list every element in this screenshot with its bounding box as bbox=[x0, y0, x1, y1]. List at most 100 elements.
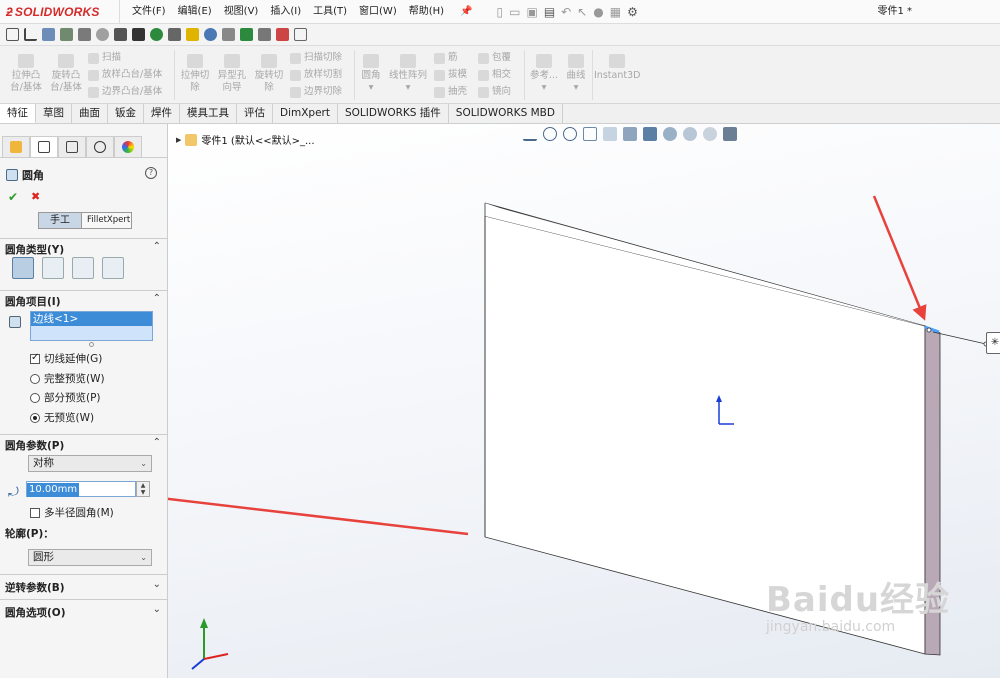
revolve-cut-button[interactable]: 旋转切除 bbox=[251, 54, 287, 94]
wrap-button[interactable]: 包覆 bbox=[478, 52, 511, 64]
section-header[interactable]: 圆角参数(P) bbox=[5, 438, 64, 453]
multi-radius-option[interactable]: 多半径圆角(M) bbox=[30, 505, 114, 520]
full-round-fillet-icon[interactable] bbox=[102, 257, 124, 279]
tab-features[interactable]: 特征 bbox=[0, 104, 36, 123]
revolve-boss-button[interactable]: 旋转凸 台/基体 bbox=[46, 54, 86, 94]
tab-surfaces[interactable]: 曲面 bbox=[72, 104, 108, 123]
collapse-chevron-icon[interactable]: ⌃ bbox=[153, 437, 161, 448]
tab-dimxpert-manager[interactable] bbox=[86, 136, 114, 157]
section-icon[interactable] bbox=[132, 28, 145, 41]
fillet-callout-box[interactable]: ✳ bbox=[986, 332, 1000, 354]
reference-geometry-button[interactable]: 参考... ▾ bbox=[528, 54, 560, 94]
instant3d-button[interactable]: Instant3D bbox=[594, 54, 640, 82]
linear-pattern-button[interactable]: 线性阵列 ▾ bbox=[386, 54, 430, 94]
display-icon[interactable] bbox=[42, 28, 55, 41]
tab-dimxpert[interactable]: DimXpert bbox=[273, 104, 338, 123]
section-header[interactable]: 圆角选项(O) bbox=[5, 605, 66, 620]
plugin-icon[interactable] bbox=[186, 28, 199, 41]
variable-size-fillet-icon[interactable] bbox=[42, 257, 64, 279]
select-icon[interactable]: ↖ bbox=[577, 5, 587, 19]
tab-sheet-metal[interactable]: 钣金 bbox=[108, 104, 144, 123]
section-header[interactable]: 圆角类型(Y) bbox=[5, 242, 64, 257]
tab-solidworks-mbd[interactable]: SOLIDWORKS MBD bbox=[449, 104, 563, 123]
tab-display-manager[interactable] bbox=[114, 136, 142, 157]
profile-dropdown[interactable]: 圆形 ⌄ bbox=[28, 549, 152, 566]
tab-mold-tools[interactable]: 模具工具 bbox=[180, 104, 237, 123]
radius-spinner[interactable]: ▲ ▼ bbox=[136, 481, 150, 497]
tab-sketch[interactable]: 草图 bbox=[36, 104, 72, 123]
excel-icon[interactable] bbox=[240, 28, 253, 41]
section-header[interactable]: 圆角项目(I) bbox=[5, 294, 61, 309]
macro-icon[interactable] bbox=[168, 28, 181, 41]
settings-icon[interactable] bbox=[96, 28, 109, 41]
sketch-icon[interactable] bbox=[78, 28, 91, 41]
mirror-button[interactable]: 镜向 bbox=[478, 86, 511, 98]
menu-tools[interactable]: 工具(T) bbox=[307, 0, 353, 24]
lofted-cut-button[interactable]: 放样切割 bbox=[290, 69, 342, 81]
tab-weldments[interactable]: 焊件 bbox=[144, 104, 180, 123]
zoom-icon[interactable] bbox=[204, 28, 217, 41]
report-icon[interactable] bbox=[276, 28, 289, 41]
menu-insert[interactable]: 插入(I) bbox=[264, 0, 307, 24]
rib-button[interactable]: 筋 bbox=[434, 52, 458, 64]
extrude-boss-button[interactable]: 拉伸凸 台/基体 bbox=[6, 54, 46, 94]
collapse-chevron-icon[interactable]: ⌃ bbox=[153, 241, 161, 252]
document-icon[interactable] bbox=[294, 28, 307, 41]
full-preview-radio[interactable] bbox=[30, 373, 40, 384]
section-header[interactable]: 逆转参数(B) bbox=[5, 580, 65, 595]
no-preview-radio[interactable] bbox=[30, 412, 40, 423]
partial-preview-option[interactable]: 部分预览(P) bbox=[30, 390, 101, 405]
expand-chevron-icon[interactable]: ⌄ bbox=[153, 604, 161, 615]
save-icon[interactable]: ▣ bbox=[526, 5, 537, 19]
radius-input[interactable]: 10.00mm bbox=[26, 481, 136, 497]
ok-button[interactable]: ✔ bbox=[8, 190, 18, 204]
tab-configuration-manager[interactable] bbox=[58, 136, 86, 157]
tangent-propagation-checkbox[interactable] bbox=[30, 352, 40, 364]
menu-edit[interactable]: 编辑(E) bbox=[172, 0, 218, 24]
undo-icon[interactable]: ↶ bbox=[561, 5, 571, 19]
print-icon[interactable]: ▤ bbox=[544, 5, 555, 19]
cancel-button[interactable]: ✖ bbox=[31, 190, 40, 203]
tab-solidworks-addins[interactable]: SOLIDWORKS 插件 bbox=[338, 104, 449, 123]
options-gear-icon[interactable]: ⚙ bbox=[627, 5, 638, 19]
open-icon[interactable]: ▭ bbox=[509, 5, 520, 19]
help-button[interactable]: ? bbox=[145, 167, 157, 179]
rebuild-icon[interactable]: ● bbox=[593, 5, 603, 19]
find-icon[interactable] bbox=[222, 28, 235, 41]
file-properties-icon[interactable]: ▦ bbox=[610, 5, 621, 19]
table-icon[interactable] bbox=[258, 28, 271, 41]
multi-radius-checkbox[interactable] bbox=[30, 507, 40, 518]
sweep-button[interactable]: 扫描 bbox=[88, 52, 121, 64]
curves-button[interactable]: 曲线 ▾ bbox=[562, 54, 590, 94]
shell-button[interactable]: 抽壳 bbox=[434, 86, 467, 98]
pin-icon[interactable]: 📌 bbox=[454, 0, 478, 24]
boundary-cut-button[interactable]: 边界切除 bbox=[290, 86, 342, 98]
pointer-icon[interactable] bbox=[6, 28, 19, 41]
tab-feature-tree[interactable] bbox=[2, 136, 30, 157]
menu-file[interactable]: 文件(F) bbox=[126, 0, 172, 24]
location-icon[interactable] bbox=[150, 28, 163, 41]
manual-mode-button[interactable]: 手工 bbox=[38, 212, 82, 229]
extrude-cut-button[interactable]: 拉伸切除 bbox=[177, 54, 213, 94]
tab-property-manager[interactable] bbox=[30, 136, 58, 157]
menu-help[interactable]: 帮助(H) bbox=[403, 0, 450, 24]
tab-evaluate[interactable]: 评估 bbox=[237, 104, 273, 123]
fillet-ribbon-button[interactable]: 圆角 ▾ bbox=[358, 54, 384, 94]
solidworks-logo[interactable]: ƻ SOLIDWORKS bbox=[0, 0, 120, 24]
full-preview-option[interactable]: 完整预览(W) bbox=[30, 371, 105, 386]
constant-size-fillet-icon[interactable] bbox=[12, 257, 34, 279]
expand-chevron-icon[interactable]: ⌄ bbox=[153, 579, 161, 590]
hole-wizard-button[interactable]: 异型孔 向导 bbox=[214, 54, 250, 94]
menu-window[interactable]: 窗口(W) bbox=[353, 0, 403, 24]
dimension-icon[interactable] bbox=[24, 28, 37, 41]
new-icon[interactable]: ▯ bbox=[497, 5, 504, 19]
swept-cut-button[interactable]: 扫描切除 bbox=[290, 52, 342, 64]
menu-view[interactable]: 视图(V) bbox=[218, 0, 265, 24]
face-fillet-icon[interactable] bbox=[72, 257, 94, 279]
render-icon[interactable] bbox=[114, 28, 127, 41]
no-preview-option[interactable]: 无预览(W) bbox=[30, 410, 94, 425]
edge-selection-list[interactable]: 边线<1> bbox=[30, 311, 153, 341]
assembly-icon[interactable] bbox=[60, 28, 73, 41]
fillet-method-dropdown[interactable]: 对称 ⌄ bbox=[28, 455, 152, 472]
collapse-chevron-icon[interactable]: ⌃ bbox=[153, 293, 161, 304]
